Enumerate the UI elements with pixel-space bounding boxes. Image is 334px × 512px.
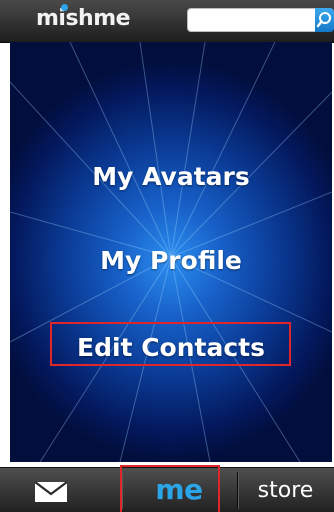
app-logo: mishme [36, 6, 131, 31]
tab-store[interactable]: store [237, 468, 334, 512]
tab-store-label: store [257, 478, 314, 503]
menu-item-edit-contacts[interactable]: Edit Contacts [10, 333, 332, 363]
tab-me[interactable]: me [121, 468, 237, 512]
logo-dot [61, 4, 68, 11]
tab-me-label: me [155, 473, 203, 506]
menu-panel: My Avatars My Profile Edit Contacts [10, 42, 332, 462]
app-screen: mishme My Avatars My Profile Edit Contac… [0, 0, 334, 512]
top-header: mishme [0, 0, 334, 43]
search-button[interactable] [315, 8, 334, 32]
bottom-tab-bar: me store [0, 467, 334, 512]
menu-item-my-profile[interactable]: My Profile [10, 246, 332, 276]
search-icon [316, 12, 331, 28]
search-input[interactable] [187, 8, 319, 32]
mail-icon [34, 481, 68, 502]
menu-item-my-avatars[interactable]: My Avatars [10, 162, 332, 192]
tab-mail[interactable] [0, 468, 121, 512]
